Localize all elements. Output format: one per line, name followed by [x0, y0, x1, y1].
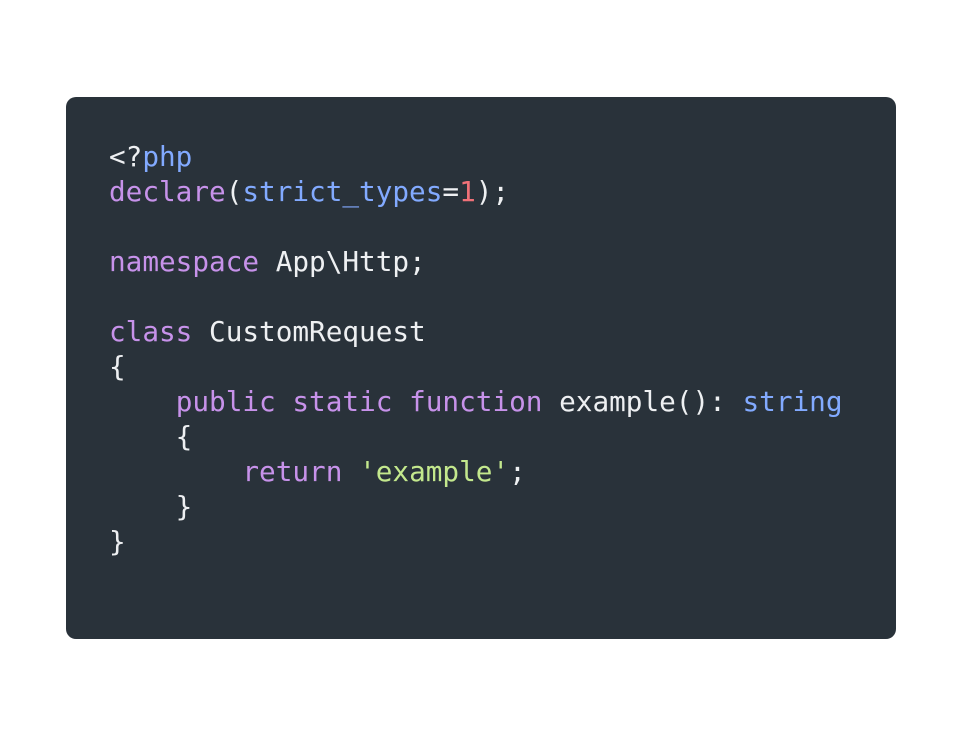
code-token-plain: }: [109, 490, 193, 523]
code-token-plain: ;: [509, 455, 526, 488]
code-line: class CustomRequest: [109, 314, 843, 349]
code-line: {: [109, 349, 843, 384]
code-block: <?php declare(strict_types=1); namespace A…: [109, 139, 843, 559]
code-token-keyword: static: [292, 385, 393, 418]
code-token-plain: <?: [109, 140, 143, 173]
code-line: namespace App\Http;: [109, 244, 843, 279]
code-token-string: 'example': [359, 455, 510, 488]
code-token-plain: =: [442, 175, 460, 208]
code-token-type: string: [742, 385, 843, 418]
code-token-keyword: public: [175, 385, 276, 418]
code-token-plain: );: [475, 175, 510, 208]
code-token-plain: {: [109, 420, 193, 453]
code-token-keyword: return: [242, 455, 343, 488]
code-line: }: [109, 524, 843, 559]
code-token-type: php: [142, 140, 193, 173]
code-token-function: declare: [109, 175, 226, 208]
code-token-plain: example():: [542, 385, 743, 418]
code-token-plain: App\Http;: [259, 245, 426, 278]
code-token-keyword: function: [409, 385, 543, 418]
code-token-plain: CustomRequest: [192, 315, 426, 348]
code-line: <?php: [109, 139, 843, 174]
code-line: return 'example';: [109, 454, 843, 489]
code-token-plain: {: [109, 350, 126, 383]
code-snippet-card: <?php declare(strict_types=1); namespace A…: [66, 97, 896, 639]
code-token-type: strict_types: [242, 175, 443, 208]
code-token-keyword: namespace: [109, 245, 260, 278]
code-token-plain: (: [225, 175, 243, 208]
code-token-plain: }: [109, 525, 126, 558]
code-line: }: [109, 489, 843, 524]
code-line: public static function example(): string: [109, 384, 843, 419]
code-line: {: [109, 419, 843, 454]
code-line: declare(strict_types=1);: [109, 174, 843, 209]
code-token-keyword: class: [109, 315, 193, 348]
code-token-number: 1: [459, 175, 476, 208]
